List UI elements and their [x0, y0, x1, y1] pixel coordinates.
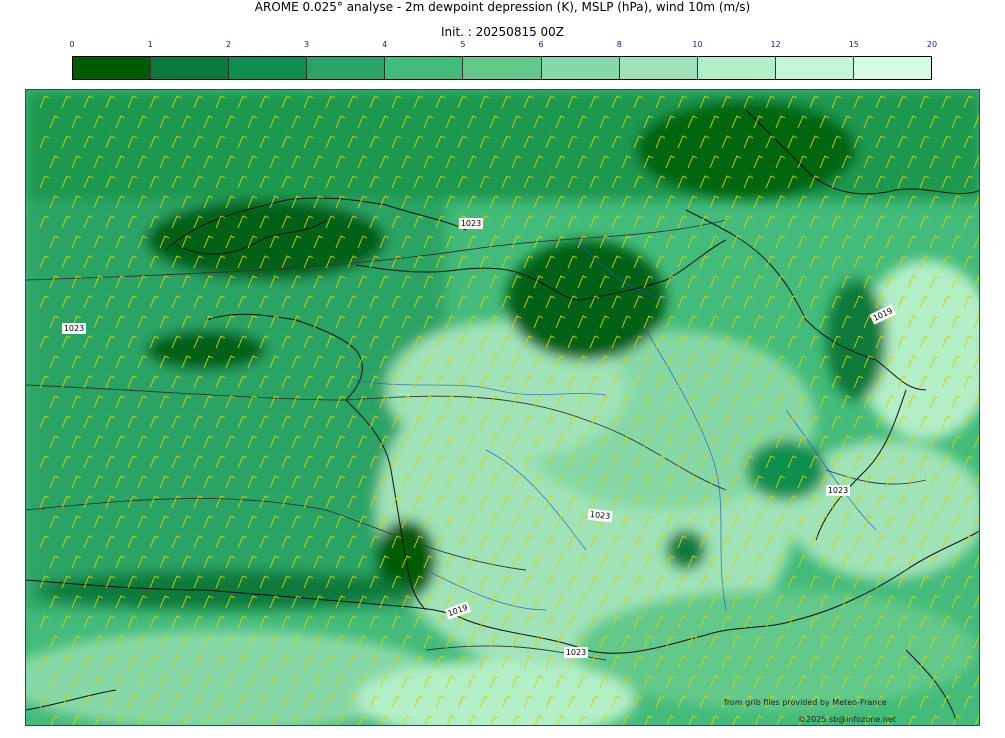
colorbar-segment: [73, 57, 152, 79]
colorbar-tick-label: 10: [692, 40, 703, 49]
source-credit: from grib files provided by Meteo-France: [724, 698, 887, 707]
chart-title: AROME 0.025° analyse - 2m dewpoint depre…: [254, 0, 751, 14]
colorbar-segment: [619, 57, 698, 79]
colorbar-segment: [385, 57, 464, 79]
isobar-label: 1023: [828, 486, 848, 495]
colorbar: [72, 56, 932, 80]
colorbar-tick-label: 3: [303, 40, 310, 49]
colorbar-tick-label: 4: [382, 40, 388, 49]
colorbar-tick-label: 5: [460, 40, 466, 49]
colorbar-tick-label: 0: [69, 40, 75, 49]
colorbar-segment: [151, 57, 230, 79]
colorbar-segment: [697, 57, 776, 79]
colorbar-tick-label: 20: [926, 40, 938, 49]
isobar-label: 1023: [461, 219, 481, 228]
isobar-label: 1023: [566, 648, 586, 657]
colorbar-tick-labels: 0 1 2 3 4 5 6 8 10 12 15 20: [0, 40, 1005, 54]
colorbar-segment: [541, 57, 620, 79]
weather-map: 1023 1023 1023 1019 1019 1023 1023 from …: [25, 89, 980, 726]
colorbar-segment: [229, 57, 308, 79]
copyright-credit: ©2025 sb@infozone.net: [798, 715, 896, 724]
isobar-label: 1023: [64, 324, 84, 333]
colorbar-segment: [853, 57, 932, 79]
colorbar-tick-label: 6: [538, 40, 544, 49]
colorbar-tick-label: 12: [770, 40, 781, 49]
colorbar-tick-label: 2: [225, 40, 231, 49]
colorbar-tick-label: 15: [848, 40, 859, 49]
colorbar-tick-label: 1: [147, 40, 153, 49]
init-time: Init. : 20250815 00Z: [440, 25, 565, 39]
colorbar-segment: [775, 57, 854, 79]
colorbar-tick-label: 8: [616, 40, 622, 49]
colorbar-segment: [463, 57, 542, 79]
colorbar-segment: [307, 57, 386, 79]
